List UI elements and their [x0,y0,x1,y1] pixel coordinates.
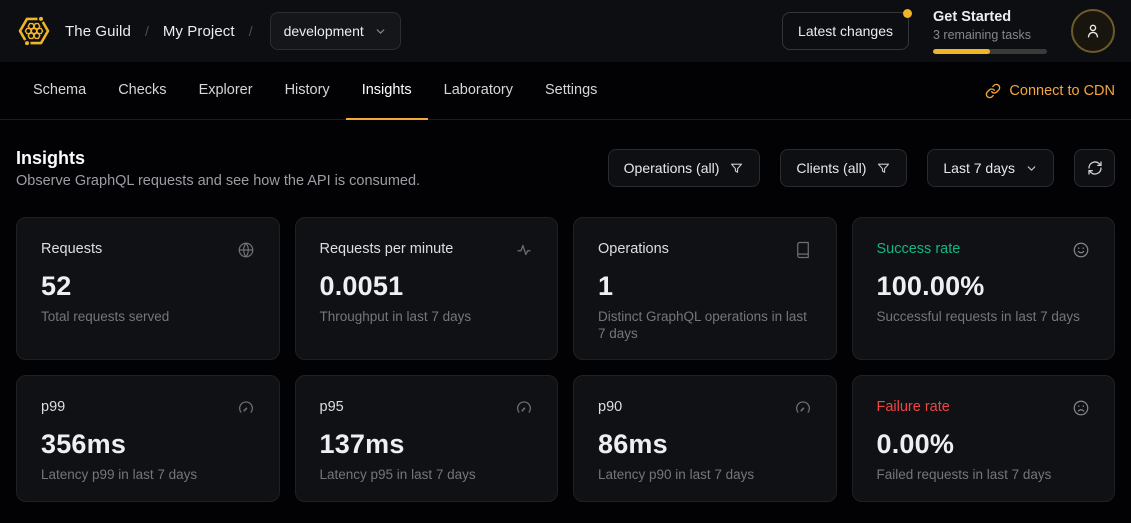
stat-card-p90: p90 86ms Latency p90 in last 7 days [573,375,837,502]
card-value: 137ms [320,429,534,460]
notification-dot [903,9,912,18]
clients-filter-label: Clients (all) [796,160,866,176]
activity-icon [515,241,533,259]
page-title: Insights [16,147,420,169]
card-value: 52 [41,271,255,302]
latest-changes-label: Latest changes [798,23,893,39]
environment-select[interactable]: development [270,12,401,50]
tab-settings[interactable]: Settings [529,62,613,120]
gauge-icon [237,399,255,417]
insights-page: Insights Observe GraphQL requests and se… [0,147,1131,502]
tab-insights[interactable]: Insights [346,62,428,120]
top-header: The Guild / My Project / development Lat… [0,0,1131,62]
card-subtitle: Failed requests in last 7 days [877,466,1091,483]
globe-icon [237,241,255,259]
card-subtitle: Latency p90 in last 7 days [598,466,812,483]
card-value: 0.0051 [320,271,534,302]
stat-card-failure-rate: Failure rate 0.00% Failed requests in la… [852,375,1116,502]
tab-explorer[interactable]: Explorer [183,62,269,120]
card-value: 100.00% [877,271,1091,302]
tab-history[interactable]: History [269,62,346,120]
stat-card-success-rate: Success rate 100.00% Successful requests… [852,217,1116,360]
page-subtitle: Observe GraphQL requests and see how the… [16,173,420,189]
card-subtitle: Throughput in last 7 days [320,308,534,325]
stat-card-operations: Operations 1 Distinct GraphQL operations… [573,217,837,360]
environment-select-value: development [284,23,364,39]
card-title: Failure rate [877,398,950,416]
card-title: p99 [41,398,65,416]
frown-icon [1072,399,1090,417]
filter-funnel-icon [876,161,891,176]
tabs: Schema Checks Explorer History Insights … [17,62,613,119]
card-title: p95 [320,398,344,416]
book-icon [794,241,812,259]
stats-row-2: p99 356ms Latency p99 in last 7 days p95 [16,375,1115,502]
breadcrumb-separator: / [249,23,253,39]
breadcrumb-project[interactable]: My Project [163,23,235,40]
operations-filter-label: Operations (all) [624,160,720,176]
clients-filter-button[interactable]: Clients (all) [780,149,907,187]
card-title: Requests per minute [320,240,454,258]
card-value: 1 [598,271,812,302]
card-title: p90 [598,398,622,416]
connect-cdn-label: Connect to CDN [1009,83,1115,99]
breadcrumb-separator: / [145,23,149,39]
chevron-down-icon [1025,162,1038,175]
card-subtitle: Latency p95 in last 7 days [320,466,534,483]
card-title: Requests [41,240,102,258]
card-subtitle: Distinct GraphQL operations in last 7 da… [598,308,812,342]
get-started-widget[interactable]: Get Started 3 remaining tasks [933,9,1047,54]
card-title: Operations [598,240,669,258]
date-range-select[interactable]: Last 7 days [927,149,1054,187]
gauge-icon [794,399,812,417]
gauge-icon [515,399,533,417]
stats-row-1: Requests 52 Total requests served Reques… [16,217,1115,360]
page-head: Insights Observe GraphQL requests and se… [16,147,1115,189]
header-right: Latest changes Get Started 3 remaining t… [782,9,1115,54]
project-tabbar: Schema Checks Explorer History Insights … [0,62,1131,120]
date-range-value: Last 7 days [943,160,1015,176]
stat-card-p95: p95 137ms Latency p95 in last 7 days [295,375,559,502]
person-icon [1083,21,1103,41]
card-value: 356ms [41,429,255,460]
breadcrumb: The Guild / My Project / development [65,12,401,50]
get-started-title: Get Started [933,9,1047,26]
tab-laboratory[interactable]: Laboratory [428,62,529,120]
card-subtitle: Total requests served [41,308,255,325]
card-subtitle: Latency p99 in last 7 days [41,466,255,483]
latest-changes-button[interactable]: Latest changes [782,12,909,50]
tab-checks[interactable]: Checks [102,62,182,120]
stat-card-rpm: Requests per minute 0.0051 Throughput in… [295,217,559,360]
chevron-down-icon [374,25,387,38]
card-value: 86ms [598,429,812,460]
refresh-button[interactable] [1074,149,1115,187]
card-subtitle: Successful requests in last 7 days [877,308,1091,325]
get-started-progressbar [933,49,1047,54]
connect-cdn-link[interactable]: Connect to CDN [985,62,1115,119]
operations-filter-button[interactable]: Operations (all) [608,149,761,187]
stat-card-p99: p99 356ms Latency p99 in last 7 days [16,375,280,502]
page-head-text: Insights Observe GraphQL requests and se… [16,147,420,189]
stat-card-requests: Requests 52 Total requests served [16,217,280,360]
get-started-subtitle: 3 remaining tasks [933,28,1047,43]
hive-logo-icon[interactable] [16,13,52,49]
link-icon [985,83,1001,99]
filter-funnel-icon [729,161,744,176]
get-started-progress-fill [933,49,990,54]
card-title: Success rate [877,240,961,258]
smiley-icon [1072,241,1090,259]
user-avatar[interactable] [1071,9,1115,53]
card-value: 0.00% [877,429,1091,460]
filters: Operations (all) Clients (all) Last 7 da… [608,149,1115,187]
tab-schema[interactable]: Schema [17,62,102,120]
breadcrumb-org[interactable]: The Guild [65,23,131,40]
refresh-icon [1087,160,1103,176]
